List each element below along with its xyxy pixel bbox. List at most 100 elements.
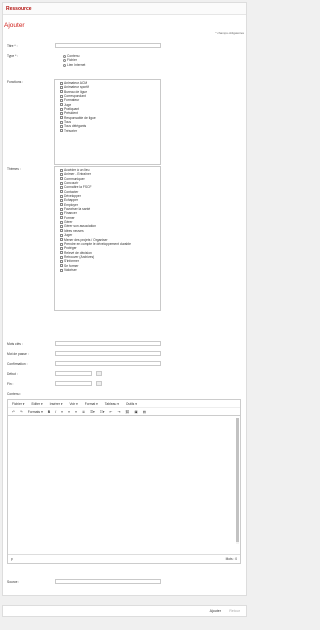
editor-menubar: Fichier ▾ Editer ▾ Insérer ▾ Voir ▾ Format ▾… <box>8 400 240 408</box>
fin-calendar-button[interactable] <box>96 381 102 386</box>
back-button[interactable]: Retour <box>229 609 240 613</box>
type-radio-group: Contenu Fichier Lien Internet <box>63 54 85 67</box>
editor-menu-item[interactable]: Format ▾ <box>85 402 98 406</box>
themes-label: Thèmes : <box>7 167 21 171</box>
titre-input[interactable] <box>55 43 161 48</box>
checkbox[interactable] <box>60 251 63 255</box>
checkbox[interactable] <box>60 173 63 177</box>
radio-button[interactable] <box>63 63 66 67</box>
radio-button[interactable] <box>63 59 66 63</box>
numbered-list-icon[interactable]: ☷▾ <box>100 410 105 414</box>
checkbox[interactable] <box>60 268 63 272</box>
themes-listbox[interactable]: Accéder à un lieu Animer - Entraîner Commu… <box>54 166 161 311</box>
checkbox[interactable] <box>60 90 63 94</box>
checkbox[interactable] <box>60 264 63 268</box>
editor-menu-item[interactable]: Insérer ▾ <box>50 402 63 406</box>
editor-menu-item[interactable]: Voir ▾ <box>70 402 78 406</box>
checkbox[interactable] <box>60 116 63 120</box>
editor-statusbar: p Mots : 0 <box>8 554 240 563</box>
mot-de-passe-label: Mot de passe : <box>7 352 29 356</box>
indent-icon[interactable]: ⇥ <box>117 410 120 414</box>
checkbox-label: Valoriser <box>64 267 77 272</box>
editor-scroll-thumb[interactable] <box>236 418 239 542</box>
required-note: * champs obligatoires <box>215 31 244 35</box>
checkbox-label: Trésorier <box>64 128 78 133</box>
editor-menu-item[interactable]: Tableau ▾ <box>105 402 119 406</box>
checkbox[interactable] <box>60 203 63 207</box>
bullet-list-icon[interactable]: ☰▾ <box>90 410 95 414</box>
align-left-icon[interactable]: ≡ <box>61 410 63 414</box>
undo-icon[interactable]: ↶ <box>12 410 15 414</box>
editor-menu-item[interactable]: Fichier ▾ <box>12 402 24 406</box>
checkbox[interactable] <box>60 212 63 216</box>
checkbox[interactable] <box>60 233 63 237</box>
rich-text-editor: Fichier ▾ Editer ▾ Insérer ▾ Voir ▾ Format ▾… <box>7 399 241 564</box>
fonctions-listbox[interactable]: Animateur ACM Animateur sportif Bureau de … <box>54 79 161 165</box>
debut-calendar-button[interactable] <box>96 371 102 376</box>
confirmation-input[interactable] <box>55 361 161 366</box>
italic-icon[interactable]: I <box>55 410 56 414</box>
debut-input[interactable] <box>55 371 92 376</box>
contenu-label: Contenu : <box>7 392 22 396</box>
checkbox[interactable] <box>60 238 63 242</box>
editor-content-area[interactable] <box>8 417 240 553</box>
bold-icon[interactable]: B <box>48 410 50 414</box>
checkbox[interactable] <box>60 120 63 124</box>
checkbox[interactable] <box>60 242 63 246</box>
form-title: Ajouter <box>4 22 25 29</box>
checkbox[interactable] <box>60 199 63 203</box>
type-option[interactable]: Lien Internet <box>63 63 85 67</box>
confirmation-label: Confirmation : <box>7 362 28 366</box>
align-right-icon[interactable]: ≡ <box>75 410 77 414</box>
image-icon[interactable]: ▣ <box>134 410 137 414</box>
checkbox[interactable] <box>60 207 63 211</box>
checkbox[interactable] <box>60 129 63 133</box>
editor-menu-item[interactable]: Outils ▾ <box>126 402 137 406</box>
checkbox[interactable] <box>60 229 63 233</box>
checkbox[interactable] <box>60 186 63 190</box>
checkbox[interactable] <box>60 225 63 229</box>
editor-toolbar: ↶ ↷ Formats ▾ B I ≡ ≡ ≡ ≣ ☰▾ ☷▾ ⇤ ⇥ ⛓ ▣ … <box>8 408 240 416</box>
editor-scrollbar[interactable] <box>236 418 239 544</box>
add-button[interactable]: Ajouter <box>210 609 221 613</box>
checkbox[interactable] <box>60 177 63 181</box>
checkbox[interactable] <box>60 107 63 111</box>
link-icon[interactable]: ⛓ <box>125 410 129 414</box>
align-center-icon[interactable]: ≡ <box>68 410 70 414</box>
type-label: Type * : <box>7 54 19 58</box>
checkbox[interactable] <box>60 94 63 98</box>
checkbox[interactable] <box>60 112 63 116</box>
checkbox[interactable] <box>60 216 63 220</box>
checkbox[interactable] <box>60 190 63 194</box>
checkbox[interactable] <box>60 125 63 129</box>
checkbox[interactable] <box>60 168 63 172</box>
checkbox[interactable] <box>60 259 63 263</box>
media-icon[interactable]: ▤ <box>143 410 146 414</box>
outdent-icon[interactable]: ⇤ <box>109 410 112 414</box>
checkbox[interactable] <box>60 181 63 185</box>
editor-menu-item[interactable]: Editer ▾ <box>31 402 42 406</box>
titre-label: Titre * : <box>7 44 18 48</box>
checkbox[interactable] <box>60 81 63 85</box>
checkbox[interactable] <box>60 103 63 107</box>
checkbox[interactable] <box>60 246 63 250</box>
source-input[interactable] <box>55 579 161 584</box>
formats-dropdown[interactable]: Formats ▾ <box>28 410 43 414</box>
checkbox[interactable] <box>60 255 63 259</box>
form-footer: Ajouter Retour <box>2 605 247 617</box>
mot-de-passe-input[interactable] <box>55 351 161 356</box>
checkbox[interactable] <box>60 99 63 103</box>
checkbox[interactable] <box>60 194 63 198</box>
source-label: Source : <box>7 580 20 584</box>
page-title: Ressource <box>6 5 32 12</box>
radio-button[interactable] <box>63 54 66 58</box>
mots-cles-input[interactable] <box>55 341 161 346</box>
fin-input[interactable] <box>55 381 92 386</box>
fin-label: Fin : <box>7 382 14 386</box>
checkbox[interactable] <box>60 86 63 90</box>
align-justify-icon[interactable]: ≣ <box>82 410 85 414</box>
fonction-item[interactable]: Trésorier <box>60 129 160 133</box>
theme-item[interactable]: Valoriser <box>60 268 160 272</box>
checkbox[interactable] <box>60 220 63 224</box>
redo-icon[interactable]: ↷ <box>20 410 23 414</box>
